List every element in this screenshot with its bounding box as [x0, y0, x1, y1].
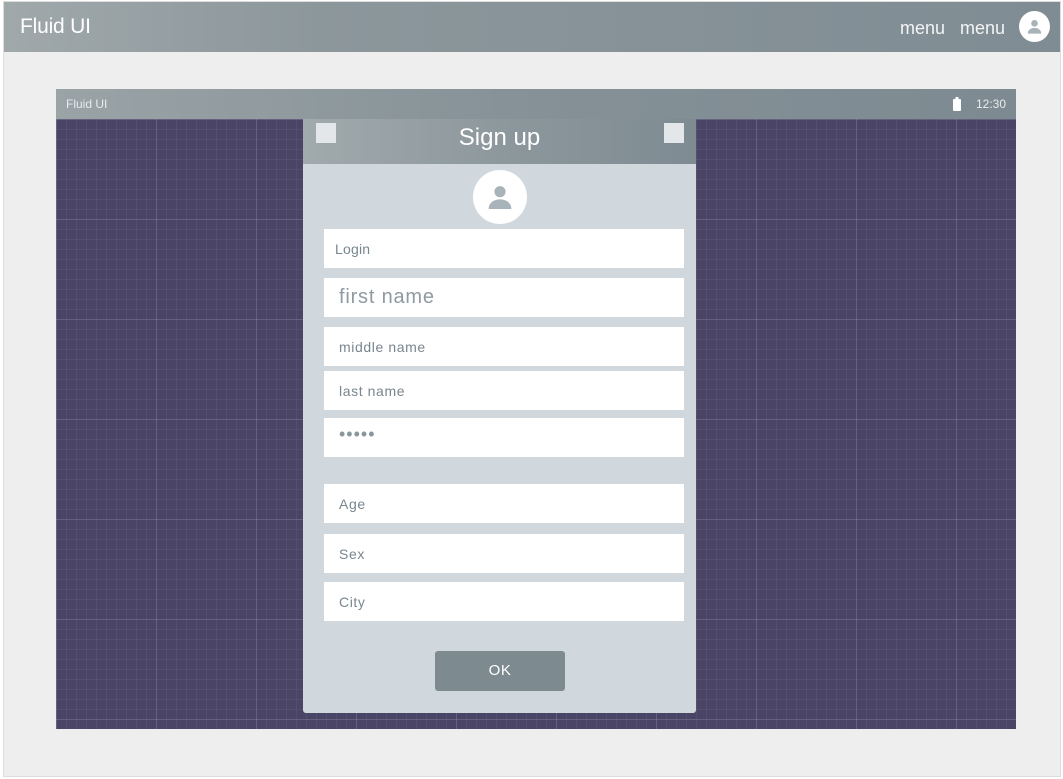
menu-link-1[interactable]: menu [900, 18, 945, 39]
password-value: ••••• [339, 424, 376, 444]
login-field[interactable]: Login [324, 229, 684, 268]
app-bar: Fluid UI menu menu [4, 2, 1060, 52]
profile-avatar-icon[interactable] [473, 170, 527, 224]
user-avatar-icon[interactable] [1019, 11, 1050, 42]
last-name-placeholder: last name [339, 383, 406, 399]
app-title: Fluid UI [20, 15, 91, 38]
last-name-field[interactable]: last name [324, 371, 684, 410]
login-placeholder: Login [335, 241, 371, 257]
device-status-bar: Fluid UI 12:30 [56, 89, 1016, 119]
first-name-placeholder: first name [339, 286, 435, 308]
ok-button[interactable]: OK [435, 651, 565, 691]
city-placeholder: City [339, 594, 366, 610]
dialog-header: Sign up [303, 119, 696, 164]
menu-link-2[interactable]: menu [960, 18, 1005, 39]
device-preview: Fluid UI 12:30 Sign up Login first name … [56, 89, 1016, 729]
sex-placeholder: Sex [339, 546, 365, 562]
dialog-title: Sign up [458, 124, 541, 151]
middle-name-placeholder: middle name [339, 339, 426, 355]
city-field[interactable]: City [324, 582, 684, 621]
age-placeholder: Age [339, 496, 366, 512]
header-right-square-icon[interactable] [664, 123, 684, 143]
middle-name-field[interactable]: middle name [324, 327, 684, 366]
status-time: 12:30 [975, 97, 1006, 111]
sex-field[interactable]: Sex [324, 534, 684, 573]
age-field[interactable]: Age [324, 484, 684, 523]
battery-icon [953, 97, 961, 114]
first-name-field[interactable]: first name [324, 278, 684, 317]
status-title: Fluid UI [66, 97, 108, 111]
app-window: Fluid UI menu menu Fluid UI 12:30 Sign u… [3, 1, 1061, 777]
signup-dialog: Sign up Login first name middle name las… [303, 119, 696, 713]
password-field[interactable]: ••••• [324, 418, 684, 457]
